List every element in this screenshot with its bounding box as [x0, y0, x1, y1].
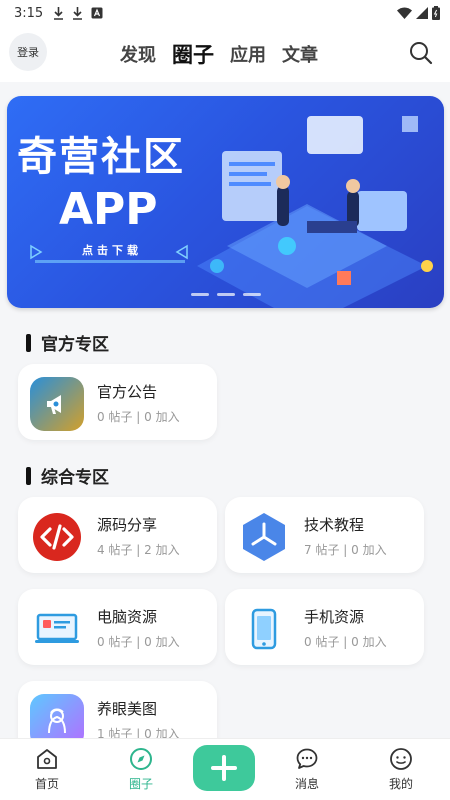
status-notification-icons: [53, 6, 103, 20]
tab-discover[interactable]: 发现: [120, 41, 156, 67]
profile-icon: [390, 748, 412, 770]
nav-label: 圈子: [128, 777, 153, 791]
section-bar: [26, 466, 31, 485]
nav-label: 首页: [34, 777, 59, 791]
section-title-text: 综合专区: [41, 468, 109, 488]
bottom-nav: 首页 圈子 消息 我的: [0, 738, 450, 800]
nav-home[interactable]: 首页: [12, 747, 82, 792]
computer-icon: [30, 602, 84, 656]
circle-card-announcements[interactable]: 官方公告 0 帖子 | 0 加入: [18, 364, 217, 440]
download-icon: [54, 6, 64, 20]
circle-stats: 0 帖子 | 0 加入: [97, 410, 180, 424]
nav-messages[interactable]: 消息: [272, 747, 342, 792]
circle-name: 手机资源: [304, 608, 365, 626]
circle-name: 养眼美图: [97, 700, 158, 718]
section-general-title: 综合专区: [26, 463, 109, 488]
status-time: 3:15: [14, 5, 44, 21]
status-system-icons: [397, 6, 440, 20]
nav-label: 消息: [294, 777, 319, 791]
megaphone-icon: [30, 377, 84, 431]
top-bar: 登录 发现 圈子 应用 文章: [0, 26, 450, 82]
banner-pagination: [191, 293, 261, 296]
hexagon-icon: [237, 510, 291, 564]
banner-dot[interactable]: [217, 293, 235, 296]
circle-name: 技术教程: [304, 516, 365, 534]
circle-card-source-code[interactable]: 源码分享 4 帖子 | 2 加入: [18, 497, 217, 573]
circle-stats: 0 帖子 | 0 加入: [97, 635, 180, 649]
download-icon: [73, 6, 83, 20]
plus-icon: [211, 755, 237, 781]
circle-name: 官方公告: [97, 383, 158, 401]
banner-dot[interactable]: [191, 293, 209, 296]
nav-profile[interactable]: 我的: [366, 747, 436, 792]
tab-articles[interactable]: 文章: [282, 41, 318, 67]
circle-card-pc-resources[interactable]: 电脑资源 0 帖子 | 0 加入: [18, 589, 217, 665]
create-post-button[interactable]: [193, 745, 255, 791]
wifi-icon: [397, 7, 412, 19]
section-title-text: 官方专区: [41, 335, 109, 355]
promo-banner[interactable]: 奇营社区 APP 点击下载: [7, 96, 444, 308]
nav-label: 我的: [388, 777, 413, 791]
signal-icon: [416, 7, 428, 19]
home-icon: [37, 749, 57, 769]
login-button[interactable]: 登录: [9, 33, 47, 71]
tab-circles[interactable]: 圈子: [172, 39, 214, 69]
circle-card-mobile-resources[interactable]: 手机资源 0 帖子 | 0 加入: [225, 589, 424, 665]
message-icon: [296, 748, 318, 769]
section-bar: [26, 333, 31, 352]
battery-icon: [432, 6, 440, 20]
nav-circles[interactable]: 圈子: [106, 747, 176, 792]
circle-stats: 4 帖子 | 2 加入: [97, 543, 180, 557]
search-icon[interactable]: [408, 40, 434, 66]
app-a-icon: [91, 7, 103, 19]
phone-icon: [237, 602, 291, 656]
banner-dot[interactable]: [243, 293, 261, 296]
circle-name: 电脑资源: [97, 608, 158, 626]
tab-apps[interactable]: 应用: [230, 41, 266, 67]
status-bar: 3:15: [0, 0, 450, 26]
code-icon: [30, 510, 84, 564]
section-official-title: 官方专区: [26, 330, 109, 355]
banner-download-cta[interactable]: 点击下载: [82, 242, 142, 258]
circle-name: 源码分享: [97, 516, 158, 534]
banner-subtitle: APP: [59, 184, 158, 235]
banner-title: 奇营社区: [17, 134, 185, 180]
circle-card-tutorials[interactable]: 技术教程 7 帖子 | 0 加入: [225, 497, 424, 573]
compass-icon: [130, 748, 152, 770]
top-tabs: 发现 圈子 应用 文章: [120, 26, 318, 82]
circle-stats: 0 帖子 | 0 加入: [304, 635, 387, 649]
circle-stats: 7 帖子 | 0 加入: [304, 543, 387, 557]
